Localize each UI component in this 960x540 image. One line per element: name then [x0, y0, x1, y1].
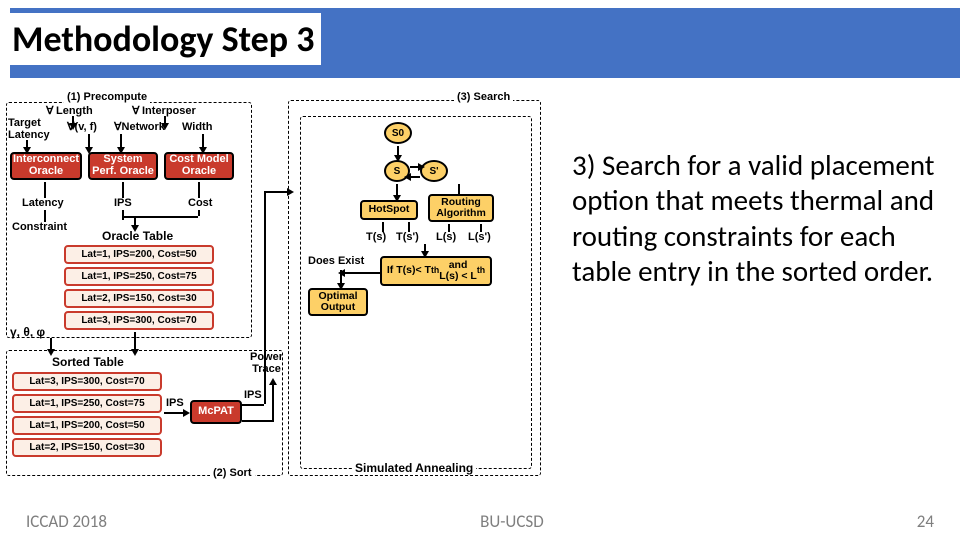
methodology-diagram: (1) Precompute Length Interposer TargetL… [4, 92, 544, 482]
s0-node: S0 [384, 122, 412, 144]
footer-left: ICCAD 2018 [26, 511, 107, 532]
oracle-table-label: Oracle Table [102, 230, 173, 243]
footer-center: BU-UCSD [480, 511, 544, 532]
lsp-label: L(s') [468, 232, 491, 244]
slide-title: Methodology Step 3 [10, 13, 321, 65]
footer: ICCAD 2018 BU-UCSD 24 [0, 511, 960, 532]
oracle-row-3: Lat=2, IPS=150, Cost=30 [64, 289, 214, 308]
ytp-label: γ, θ, φ [10, 326, 45, 339]
title-bar: Methodology Step 3 [0, 0, 960, 78]
oracle-row-1: Lat=1, IPS=200, Cost=50 [64, 245, 214, 264]
search-header: (3) Search [454, 92, 513, 104]
sorted-row-3: Lat=1, IPS=200, Cost=50 [12, 416, 162, 435]
footer-right: 24 [917, 511, 934, 532]
target-latency-label: TargetLatency [8, 118, 50, 141]
forall-1: ∀ [46, 106, 54, 118]
hotspot-box: HotSpot [360, 200, 418, 220]
sorted-table-label: Sorted Table [52, 356, 124, 369]
power-trace-label: PowerTrace [250, 352, 283, 375]
sorted-row-2: Lat=1, IPS=250, Cost=75 [12, 394, 162, 413]
ls-label: L(s) [436, 232, 456, 244]
tsp-label: T(s') [396, 232, 419, 244]
interconnect-oracle: InterconnectOracle [10, 152, 82, 180]
sa-label: Simulated Annealing [352, 462, 476, 475]
cost-model-oracle: Cost ModelOracle [164, 152, 234, 180]
cond-box: If T(s)< Tth andL(s) < Lth [380, 256, 492, 286]
ips-label: IPS [114, 198, 132, 210]
routing-box: RoutingAlgorithm [428, 194, 494, 222]
latency-label: Latency [22, 198, 64, 210]
content-area: (1) Precompute Length Interposer TargetL… [4, 92, 950, 500]
oracle-row-2: Lat=1, IPS=250, Cost=75 [64, 267, 214, 286]
forall-2: ∀ [132, 106, 140, 118]
mcpat-box: McPAT [190, 400, 242, 424]
precompute-header: (1) Precompute [64, 92, 150, 104]
sort-header: (2) Sort [210, 468, 255, 480]
network-label: ∀Network [114, 122, 165, 134]
sorted-row-4: Lat=2, IPS=150, Cost=30 [12, 438, 162, 457]
optimal-output-box: OptimalOutput [308, 288, 368, 316]
oracle-row-4: Lat=3, IPS=300, Cost=70 [64, 311, 214, 330]
sys-perf-oracle: SystemPerf. Oracle [88, 152, 158, 180]
description-text: 3) Search for a valid placement option t… [544, 92, 950, 500]
ips2-label: IPS [244, 390, 262, 402]
sort-ips-label: IPS [166, 398, 184, 410]
sorted-row-1: Lat=3, IPS=300, Cost=70 [12, 372, 162, 391]
width-label: Width [182, 122, 212, 134]
constraint-label: Constraint [12, 222, 67, 234]
does-exist-label: Does Exist [308, 256, 364, 268]
length-label: Length [56, 106, 93, 118]
interposer-label: Interposer [142, 106, 196, 118]
ts-label: T(s) [366, 232, 386, 244]
cost-label: Cost [188, 198, 212, 210]
